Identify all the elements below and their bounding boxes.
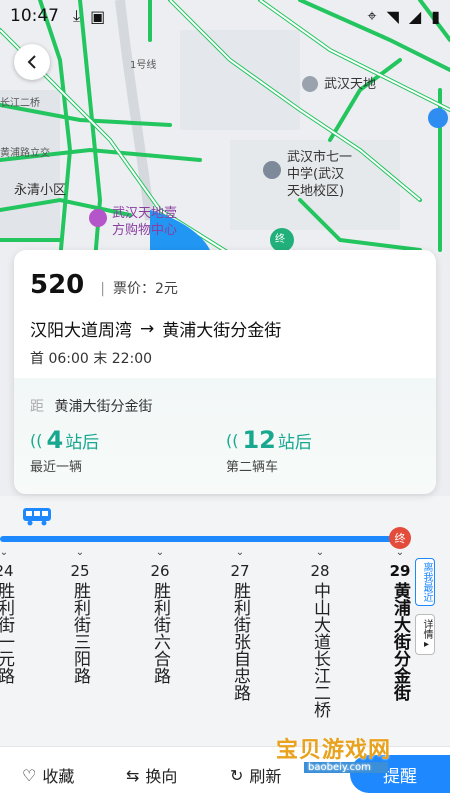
stop-item[interactable]: ⌄ 25 胜利街三阳路 <box>68 547 92 685</box>
stop-index: 28 <box>310 562 330 580</box>
chevron-down-icon: ⌄ <box>0 547 9 558</box>
route-line <box>0 536 398 542</box>
chevron-down-icon: ⌄ <box>315 547 325 558</box>
map-label-bridge: 长江二桥 <box>0 98 40 109</box>
origin-stop: 汉阳大道周湾 <box>30 321 132 341</box>
map-label-school-2: 中学(武汉 <box>287 167 345 182</box>
signal-wave-icon: (( <box>226 430 239 450</box>
metro-line-label: 1号线 <box>130 60 157 71</box>
terminal-badge: 终 <box>389 527 411 549</box>
chevron-down-icon: ⌄ <box>75 547 85 558</box>
status-bar: 10:47 ⤓ ▣ ⌖ ◥ ◢ ▮ <box>0 0 450 32</box>
arrival-first-stops: 4 <box>46 426 64 454</box>
stop-name: 胜利街六合路 <box>150 582 170 684</box>
arrival-first-desc: 最近一辆 <box>30 460 83 475</box>
map-label-wuhan-tiandi: 武汉天地 <box>324 77 377 92</box>
reverse-label: 换向 <box>145 767 178 786</box>
watermark-text: 宝贝游戏网 <box>276 738 392 763</box>
back-button[interactable] <box>14 44 50 80</box>
stop-name: 黄浦大街分金街 <box>390 582 410 701</box>
map-label-huangpu-road: 黄浦路立交 <box>0 148 50 159</box>
stop-item[interactable]: ⌄ 27 胜利街张自忠路 <box>228 547 252 702</box>
location-icon: ⌖ <box>367 6 377 25</box>
favorite-label: 收藏 <box>42 767 75 786</box>
stop-name: 胜利街三阳路 <box>70 582 90 684</box>
stop-name: 中山大道长江二桥 <box>310 582 330 718</box>
nearest-tag: 离我最近 <box>415 558 435 606</box>
swap-icon: ⇆ <box>126 765 140 785</box>
nearest-stop-name: 黄浦大街分金街 <box>54 399 153 415</box>
stop-side-tags: 离我最近 详情▸ <box>415 558 435 655</box>
reverse-button[interactable]: ⇆ 换向 <box>126 763 177 787</box>
details-button[interactable]: 详情▸ <box>415 614 435 655</box>
map-label-school-3: 天地校区) <box>287 184 345 199</box>
stop-item[interactable]: ⌄ 26 胜利街六合路 <box>148 547 172 685</box>
map-label-mall-1: 武汉天地壹 <box>112 206 178 221</box>
image-icon: ▣ <box>90 6 106 26</box>
arrival-panel: 距 黄浦大街分金街 (( 4 站后 最近一辆 (( 12 站后 第二辆车 <box>14 378 436 494</box>
bus-icon <box>22 506 52 530</box>
arrival-first: (( 4 站后 最近一辆 <box>30 426 99 475</box>
distance-prefix: 距 <box>30 399 44 415</box>
direction-arrow-icon: → <box>140 318 155 339</box>
chevron-down-icon: ⌄ <box>155 547 165 558</box>
arrival-second-unit: 站后 <box>277 432 312 453</box>
stop-name: 胜利街一元路 <box>0 582 14 684</box>
terminal-marker[interactable]: 终 <box>275 234 285 246</box>
stop-index: 29 <box>389 562 411 580</box>
map-label-mall-2: 方购物中心 <box>112 223 178 238</box>
wifi-icon: ◥ <box>386 6 399 26</box>
arrival-second: (( 12 站后 第二辆车 <box>226 426 312 475</box>
arrival-second-stops: 12 <box>242 426 276 454</box>
chevron-down-icon: ⌄ <box>395 547 405 558</box>
heart-icon: ♡ <box>22 765 37 785</box>
fare-label: 票价：2元 <box>113 281 178 297</box>
watermark-logo: 宝贝游戏网 baobeiy.com <box>276 732 391 773</box>
stop-index: 25 <box>70 562 90 580</box>
stop-index: 27 <box>230 562 250 580</box>
download-icon: ⤓ <box>73 6 81 25</box>
stop-index: 24 <box>0 562 14 580</box>
map-label-yongqing: 永清小区 <box>14 183 67 198</box>
stop-item[interactable]: ⌄ 24 胜利街一元路 <box>0 547 16 685</box>
chevron-left-icon <box>27 55 36 69</box>
refresh-button[interactable]: ↻ 刷新 <box>230 763 281 787</box>
stop-item-terminal[interactable]: ⌄ 29 黄浦大街分金街 <box>388 547 412 702</box>
stop-item[interactable]: ⌄ 28 中山大道长江二桥 <box>308 547 332 719</box>
stop-name: 胜利街张自忠路 <box>230 582 250 701</box>
signal-wave-icon: (( <box>30 430 43 450</box>
refresh-icon: ↻ <box>230 765 244 785</box>
battery-icon: ▮ <box>431 6 440 26</box>
chevron-down-icon: ⌄ <box>235 547 245 558</box>
arrival-second-desc: 第二辆车 <box>226 460 279 475</box>
fare-separator: | <box>100 281 105 297</box>
signal-icon: ◢ <box>408 6 422 26</box>
destination-stop: 黄浦大街分金街 <box>162 321 282 341</box>
route-number: 520 <box>30 270 85 300</box>
status-time: 10:47 <box>10 6 59 26</box>
watermark-url: baobeiy.com <box>304 762 388 773</box>
arrival-first-unit: 站后 <box>65 432 100 453</box>
route-info-card: 520 | 票价：2元 汉阳大道周湾 → 黄浦大街分金街 首 06:00 末 22… <box>14 250 436 494</box>
favorite-button[interactable]: ♡ 收藏 <box>22 763 74 787</box>
map-label-school-1: 武汉市七一 <box>287 150 353 165</box>
service-hours: 首 06:00 末 22:00 <box>30 351 153 367</box>
stop-index: 26 <box>150 562 170 580</box>
